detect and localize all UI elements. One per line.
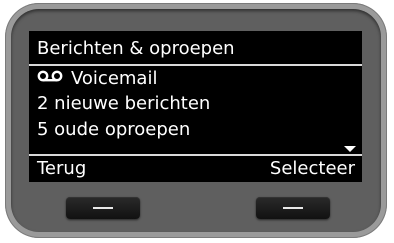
- softkey-divider: [29, 154, 362, 156]
- menu-item-new-messages[interactable]: 2 nieuwe berichten: [29, 91, 362, 117]
- voicemail-icon: [37, 64, 63, 90]
- softkey-label-back: Terug: [37, 158, 87, 179]
- minus-icon: [93, 207, 113, 209]
- menu-item-label: Voicemail: [71, 68, 158, 89]
- screen-title: Berichten & oproepen: [37, 38, 235, 59]
- right-softkey-button[interactable]: [256, 197, 330, 219]
- minus-icon: [283, 207, 303, 209]
- menu-item-voicemail[interactable]: Voicemail: [29, 66, 362, 92]
- scroll-down-icon: [344, 146, 356, 152]
- display-screen: Berichten & oproepen Voicemail 2 nieuwe …: [29, 31, 362, 182]
- menu-item-old-calls[interactable]: 5 oude oproepen: [29, 117, 362, 143]
- left-softkey-button[interactable]: [66, 197, 140, 219]
- softkey-label-select: Selecteer: [269, 158, 355, 179]
